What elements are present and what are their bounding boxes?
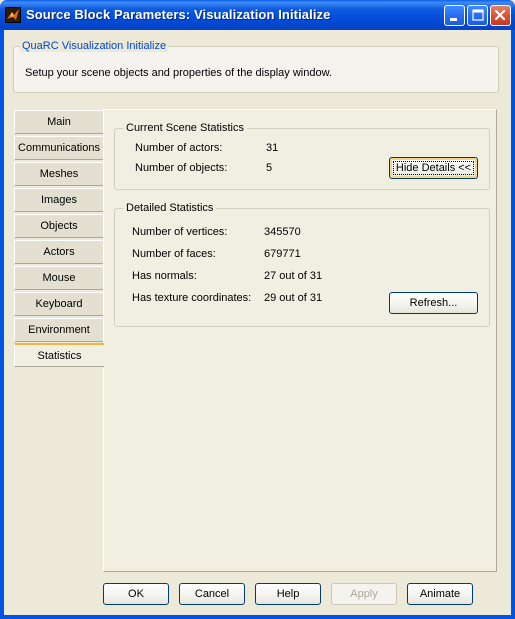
detailed-statistics-group: Detailed Statistics Number of vertices: … [114,202,490,327]
help-label: Help [276,588,300,600]
objects-count-label: Number of objects: [135,162,228,174]
window-title: Source Block Parameters: Visualization I… [26,7,331,22]
apply-button[interactable]: Apply [331,583,397,605]
apply-label: Apply [350,588,378,600]
vertices-count-value: 345570 [264,226,301,238]
tab-objects[interactable]: Objects [14,214,103,238]
vertices-count-label: Number of vertices: [132,226,228,238]
actors-count-label: Number of actors: [135,142,223,154]
tab-main[interactable]: Main [14,110,103,134]
tab-communications[interactable]: Communications [14,136,103,160]
tab-main-label: Main [47,116,71,128]
tab-environment-label: Environment [28,324,90,336]
tab-images-label: Images [40,194,78,206]
tab-meshes[interactable]: Meshes [14,162,103,186]
ok-button[interactable]: OK [103,583,169,605]
tab-environment[interactable]: Environment [14,318,103,342]
normals-label: Has normals: [132,270,197,282]
close-button[interactable] [490,5,511,26]
statistics-panel: Current Scene Statistics Number of actor… [103,109,497,572]
header-description: Setup your scene objects and properties … [25,67,332,79]
tab-objects-label: Objects [40,220,78,232]
faces-count-value: 679771 [264,248,301,260]
dialog-window: Source Block Parameters: Visualization I… [0,0,515,619]
dialog-client-area: QuaRC Visualization Initialize Setup you… [4,30,511,615]
normals-value: 27 out of 31 [264,270,323,282]
hide-details-button[interactable]: Hide Details << [389,157,478,179]
cancel-button[interactable]: Cancel [179,583,245,605]
animate-button[interactable]: Animate [407,583,473,605]
close-icon [494,9,506,21]
tab-meshes-label: Meshes [39,168,79,180]
tab-mouse[interactable]: Mouse [14,266,103,290]
texture-coordinates-label: Has texture coordinates: [132,292,252,304]
refresh-button[interactable]: Refresh... [389,292,478,314]
tab-statistics-label: Statistics [37,349,82,362]
help-button[interactable]: Help [255,583,321,605]
detailed-statistics-title: Detailed Statistics [123,202,217,214]
tab-keyboard[interactable]: Keyboard [14,292,103,316]
current-scene-statistics-group: Current Scene Statistics Number of actor… [114,122,490,190]
header-group-title: QuaRC Visualization Initialize [20,40,169,52]
header-group: QuaRC Visualization Initialize Setup you… [13,40,499,93]
window-bottom-border [0,615,515,619]
cancel-label: Cancel [194,588,230,600]
tab-mouse-label: Mouse [42,272,76,284]
animate-label: Animate [419,588,461,600]
tab-statistics[interactable]: Statistics [14,343,104,367]
minimize-button[interactable] [444,5,465,26]
maximize-button[interactable] [467,5,488,26]
tab-communications-label: Communications [18,142,100,154]
hide-details-label: Hide Details << [395,162,472,174]
tab-images[interactable]: Images [14,188,103,212]
texture-coordinates-value: 29 out of 31 [264,292,323,304]
matlab-app-icon[interactable] [5,7,21,23]
tab-actors-label: Actors [43,246,75,258]
refresh-label: Refresh... [409,297,458,309]
tab-actors[interactable]: Actors [14,240,103,264]
title-bar[interactable]: Source Block Parameters: Visualization I… [0,0,515,30]
tab-keyboard-label: Keyboard [35,298,83,310]
current-scene-statistics-title: Current Scene Statistics [123,122,247,134]
actors-count-value: 31 [266,142,279,154]
faces-count-label: Number of faces: [132,248,216,260]
ok-label: OK [128,588,144,600]
objects-count-value: 5 [266,162,273,174]
